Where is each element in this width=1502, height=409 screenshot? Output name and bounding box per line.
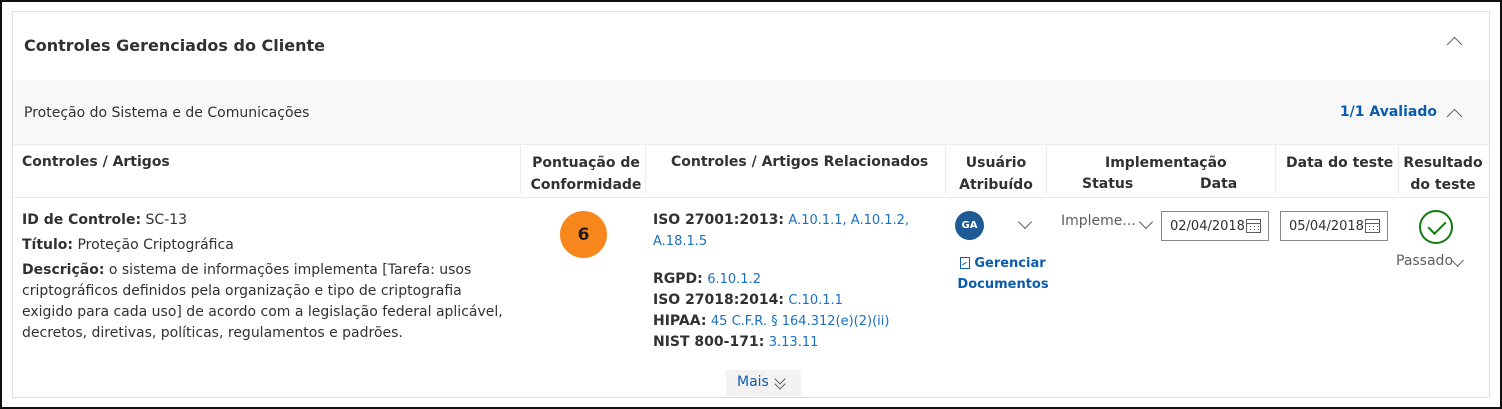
calendar-icon[interactable] xyxy=(1246,219,1261,233)
control-desc-line: exigido para cada uso] de acordo com a l… xyxy=(22,304,503,320)
related-label: ISO 27001:2013: xyxy=(653,212,784,228)
col-divider xyxy=(645,146,646,194)
controls-card: Controles Gerenciados do Cliente Proteçã… xyxy=(12,11,1490,398)
related-item: NIST 800-171: 3.13.11 xyxy=(653,332,943,353)
related-link[interactable]: 45 C.F.R. § 164.312(e)(2)(ii) xyxy=(711,314,890,329)
compliance-score-badge: 6 xyxy=(560,211,607,258)
control-id-label: ID de Controle: xyxy=(22,212,142,228)
implementation-date-input[interactable]: 02/04/2018 xyxy=(1161,211,1269,241)
header-score-line2: Conformidade xyxy=(530,177,642,193)
related-label: RGPD: xyxy=(653,271,703,287)
test-date-value: 05/04/2018 xyxy=(1289,219,1364,234)
more-button[interactable]: Mais xyxy=(726,370,801,396)
manage-line2: Documentos xyxy=(957,277,1049,292)
col-divider xyxy=(1398,146,1399,194)
control-title: Título: Proteção Criptográfica xyxy=(22,235,512,256)
evaluated-count[interactable]: 1/1 Avaliado xyxy=(1340,104,1437,120)
manage-documents-link[interactable]: Gerenciar Documentos xyxy=(953,253,1053,295)
header-user-line1: Usuário xyxy=(965,155,1027,171)
control-desc-line: criptográficos definidos pela organizaçã… xyxy=(22,283,462,299)
control-description: Descrição: o sistema de informações impl… xyxy=(22,260,512,344)
header-score-line1: Pontuação de xyxy=(532,155,640,171)
related-item: RGPD: 6.10.1.2 xyxy=(653,269,943,290)
implementation-date-value: 02/04/2018 xyxy=(1170,219,1245,234)
card-header[interactable]: Controles Gerenciados do Cliente xyxy=(13,12,1489,81)
col-divider xyxy=(520,146,521,194)
col-divider xyxy=(945,146,946,194)
header-score: Pontuação de Conformidade xyxy=(521,152,651,196)
related-item: ISO 27018:2014: C.10.1.1 xyxy=(653,290,943,311)
control-id: ID de Controle: SC-13 xyxy=(22,210,512,231)
header-impl-date: Data xyxy=(1200,176,1238,192)
related-link[interactable]: C.10.1.1 xyxy=(788,293,843,308)
more-button-label: Mais xyxy=(737,374,769,390)
related-item: HIPAA: 45 C.F.R. § 164.312(e)(2)(ii) xyxy=(653,311,943,332)
related-label: ISO 27018:2014: xyxy=(653,292,784,308)
test-result-select[interactable]: Passado xyxy=(1396,253,1453,269)
implementation-status-select[interactable]: Impleme... xyxy=(1061,213,1136,229)
collapse-card-chevron-up-icon[interactable] xyxy=(1446,36,1463,53)
passed-check-icon xyxy=(1419,210,1453,244)
related-controls: ISO 27001:2013: A.10.1.1, A.10.1.2, A.18… xyxy=(653,210,943,353)
control-id-value: SC-13 xyxy=(145,212,188,228)
related-link[interactable]: 3.13.11 xyxy=(769,335,819,350)
control-title-value: Proteção Criptográfica xyxy=(77,237,234,253)
window-frame: Controles Gerenciados do Cliente Proteçã… xyxy=(0,0,1502,409)
control-details: ID de Controle: SC-13 Título: Proteção C… xyxy=(22,210,512,344)
user-avatar[interactable]: GA xyxy=(955,211,984,240)
header-user: Usuário Atribuído xyxy=(946,152,1046,196)
header-related: Controles / Artigos Relacionados xyxy=(671,154,929,170)
related-label: NIST 800-171: xyxy=(653,334,765,350)
header-test-date: Data do teste xyxy=(1286,155,1394,171)
header-divider xyxy=(13,197,1489,198)
collapse-section-chevron-up-icon[interactable] xyxy=(1446,108,1463,125)
card-title: Controles Gerenciados do Cliente xyxy=(24,36,325,55)
test-date-input[interactable]: 05/04/2018 xyxy=(1280,211,1388,241)
header-controls: Controles / Artigos xyxy=(22,154,170,170)
header-result: Resultado do teste xyxy=(1398,152,1488,196)
header-impl-status: Status xyxy=(1082,176,1134,192)
manage-line1: Gerenciar xyxy=(974,256,1046,271)
control-desc-label: Descrição: xyxy=(22,262,105,278)
result-dropdown-chevron-down-icon[interactable] xyxy=(1451,254,1464,267)
section-title: Proteção do Sistema e de Comunicações xyxy=(24,105,310,121)
col-divider xyxy=(1275,146,1276,194)
user-dropdown-chevron-down-icon[interactable] xyxy=(1017,214,1033,230)
control-title-label: Título: xyxy=(22,237,74,253)
header-result-line2: do teste xyxy=(1410,177,1476,193)
related-item: ISO 27001:2013: A.10.1.1, A.10.1.2, A.18… xyxy=(653,210,943,252)
col-divider xyxy=(1046,146,1047,194)
control-desc-line: o sistema de informações implementa [Tar… xyxy=(108,262,472,278)
document-edit-icon xyxy=(960,257,971,269)
header-implementation: Implementação xyxy=(1105,155,1227,171)
header-result-line1: Resultado xyxy=(1403,155,1483,171)
calendar-icon[interactable] xyxy=(1365,219,1380,233)
section-bar[interactable]: Proteção do Sistema e de Comunicações 1/… xyxy=(13,80,1489,145)
control-desc-line: decretos, diretivas, políticas, regulame… xyxy=(22,325,403,341)
status-dropdown-chevron-down-icon[interactable] xyxy=(1138,214,1154,230)
related-label: HIPAA: xyxy=(653,313,707,329)
header-user-line2: Atribuído xyxy=(959,177,1033,193)
related-link[interactable]: 6.10.1.2 xyxy=(707,272,761,287)
